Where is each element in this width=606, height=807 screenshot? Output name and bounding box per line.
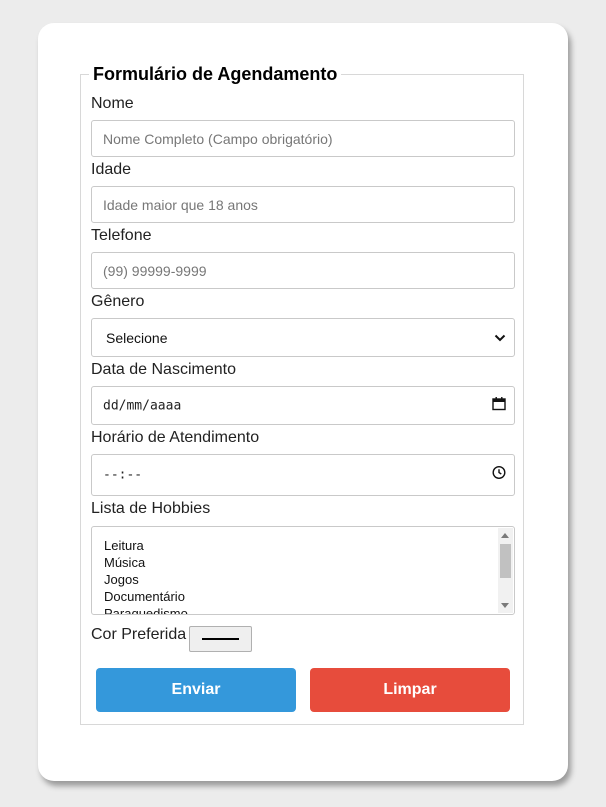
telefone-placeholder: (99) 99999-9999 <box>103 262 207 279</box>
genero-label: Gênero <box>91 293 145 310</box>
idade-label: Idade <box>91 161 132 178</box>
horario-time-input[interactable]: --:-- <box>91 454 515 496</box>
hobbies-label: Lista de Hobbies <box>91 500 211 517</box>
nome-placeholder: Nome Completo (Campo obrigatório) <box>103 130 333 147</box>
genero-select[interactable]: Selecione <box>91 318 515 357</box>
scroll-thumb[interactable] <box>500 544 511 578</box>
form-card: Formulário de Agendamento Nome Nome Comp… <box>38 23 568 781</box>
horario-label: Horário de Atendimento <box>91 429 260 446</box>
idade-input[interactable]: Idade maior que 18 anos <box>91 186 515 223</box>
hobby-option[interactable]: Leitura <box>104 537 188 554</box>
hobbies-listbox[interactable]: Leitura Música Jogos Documentário Paraqu… <box>91 526 515 615</box>
hobby-option[interactable]: Documentário <box>104 588 188 605</box>
scroll-up-icon[interactable] <box>501 533 509 538</box>
nascimento-placeholder: dd/mm/aaaa <box>103 398 182 413</box>
nome-label: Nome <box>91 95 134 112</box>
calendar-icon[interactable] <box>492 396 506 415</box>
hobbies-scrollbar[interactable] <box>498 528 513 613</box>
clear-button[interactable]: Limpar <box>310 668 510 712</box>
nascimento-label: Data de Nascimento <box>91 361 236 378</box>
form-fieldset: Formulário de Agendamento Nome Nome Comp… <box>80 64 524 725</box>
telefone-input[interactable]: (99) 99999-9999 <box>91 252 515 289</box>
hobby-option[interactable]: Música <box>104 554 188 571</box>
idade-placeholder: Idade maior que 18 anos <box>103 196 258 213</box>
hobby-option[interactable]: Jogos <box>104 571 188 588</box>
genero-selected-value: Selecione <box>106 329 168 346</box>
clock-icon[interactable] <box>492 465 506 485</box>
color-picker[interactable] <box>189 626 252 652</box>
send-button[interactable]: Enviar <box>96 668 296 712</box>
nome-input[interactable]: Nome Completo (Campo obrigatório) <box>91 120 515 157</box>
cor-label: Cor Preferida <box>91 626 187 643</box>
color-preview <box>202 638 239 640</box>
scroll-down-icon[interactable] <box>501 603 509 608</box>
nascimento-date-input[interactable]: dd/mm/aaaa <box>91 386 515 425</box>
telefone-label: Telefone <box>91 227 152 244</box>
hobby-option[interactable]: Paraquedismo <box>104 605 188 614</box>
horario-placeholder: --:-- <box>103 467 143 483</box>
form-title: Formulário de Agendamento <box>89 64 342 85</box>
chevron-down-icon <box>494 329 506 347</box>
